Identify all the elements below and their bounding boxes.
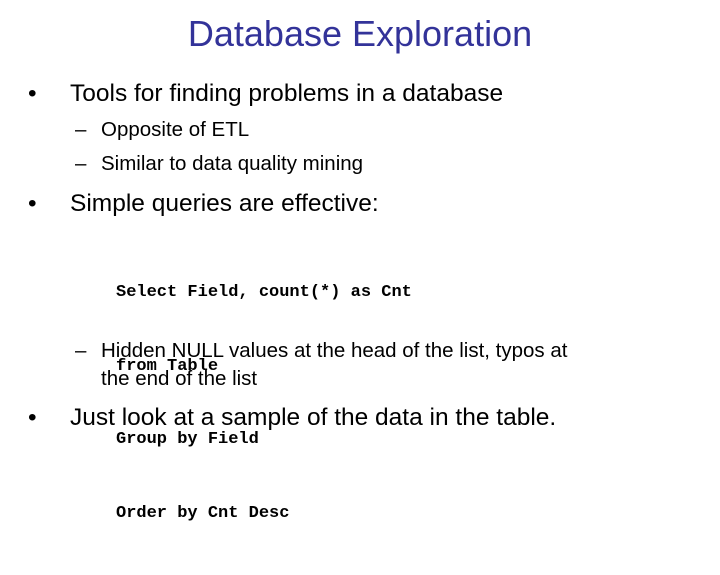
sub-bullet-text: the end of the list <box>101 367 258 390</box>
bullet-marker: • <box>28 80 37 107</box>
code-line: Order by Cnt Desc <box>116 503 290 523</box>
sub-bullet-text: Opposite of ETL <box>101 118 250 141</box>
sub-bullet-item: – Hidden NULL values at the head of the … <box>0 338 720 364</box>
sub-bullet-item: – Opposite of ETL <box>0 117 720 143</box>
bullet-text: Simple queries are effective: <box>70 190 379 217</box>
bullet-item: • Just look at a sample of the data in t… <box>0 403 720 433</box>
bullet-text: Just look at a sample of the data in the… <box>70 404 557 431</box>
code-line: Select Field, count(*) as Cnt <box>116 283 412 302</box>
bullet-marker: • <box>28 190 37 217</box>
sub-bullet-marker: – <box>75 152 87 175</box>
bullet-text: Tools for finding problems in a database <box>70 80 504 107</box>
sub-bullet-text: Similar to data quality mining <box>101 152 364 175</box>
sub-bullet-text: Hidden NULL values at the head of the li… <box>101 339 568 362</box>
sub-bullet-item: – Similar to data quality mining <box>0 151 720 177</box>
bullet-item: • Tools for finding problems in a databa… <box>0 79 720 109</box>
bullet-marker: • <box>28 404 37 431</box>
bullet-item: • Simple queries are effective: <box>0 189 720 219</box>
sub-bullet-continuation: the end of the list <box>0 366 720 392</box>
sub-bullet-marker: – <box>75 339 87 362</box>
slide-title: Database Exploration <box>187 13 533 54</box>
sub-bullet-marker: – <box>75 118 87 141</box>
